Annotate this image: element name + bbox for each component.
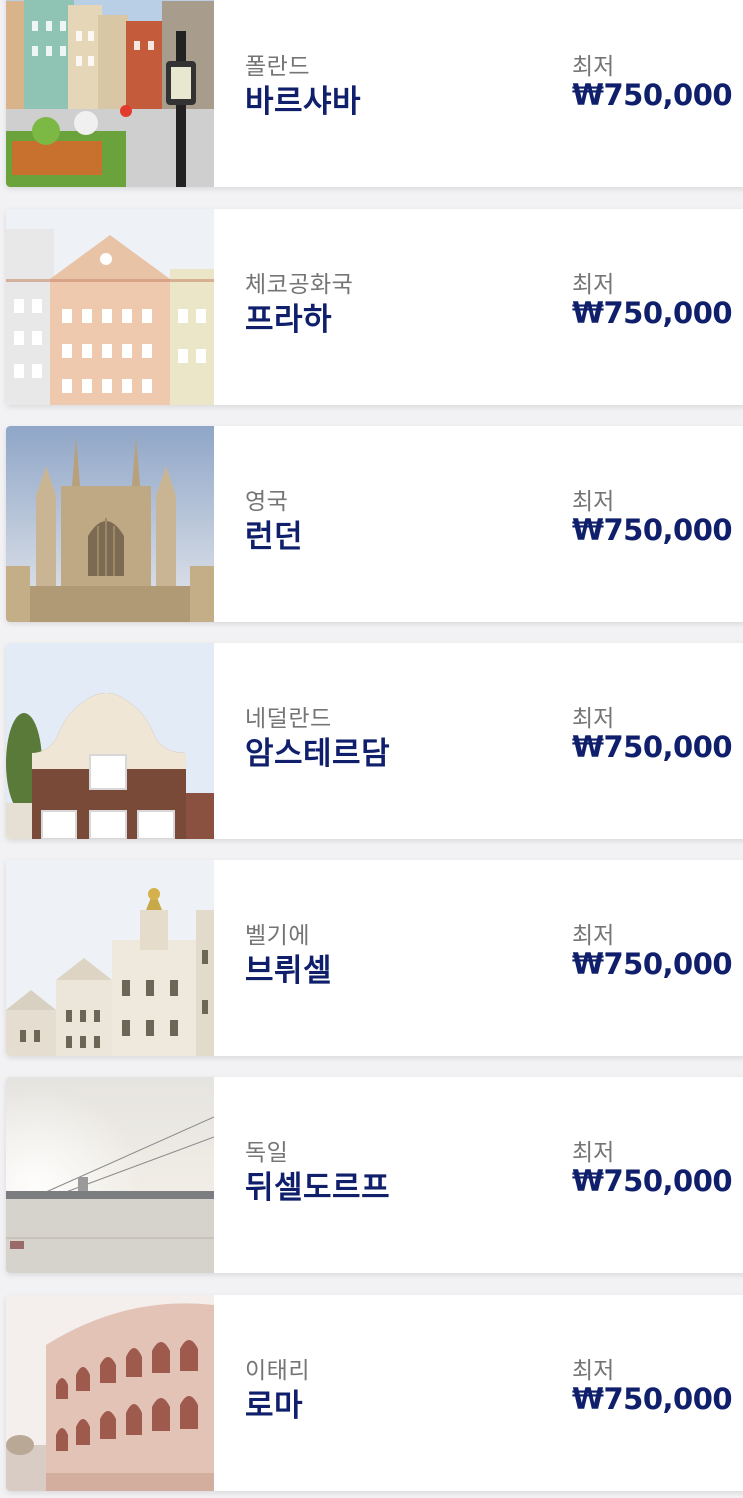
lowest-price-label: 최저	[572, 272, 615, 298]
prague-photo	[6, 209, 214, 405]
lowest-price-label: 최저	[572, 706, 615, 732]
city-name: 뒤셀도르프	[245, 1170, 391, 1206]
price: ₩750,000	[572, 513, 733, 547]
destination-card-rome[interactable]: 이태리 로마 최저 ₩750,000	[6, 1295, 743, 1491]
london-photo	[6, 426, 214, 622]
city-name: 바르샤바	[245, 84, 362, 120]
destination-card-dusseldorf[interactable]: 독일 뒤셀도르프 최저 ₩750,000	[6, 1077, 743, 1273]
city-name: 프라하	[245, 302, 333, 338]
price: ₩750,000	[572, 78, 733, 112]
lowest-price-label: 최저	[572, 54, 615, 80]
destination-card-amsterdam[interactable]: 네덜란드 암스테르담 최저 ₩750,000	[6, 643, 743, 839]
warsaw-photo	[6, 0, 214, 187]
price: ₩750,000	[572, 1164, 733, 1198]
lowest-price-label: 최저	[572, 923, 615, 949]
destination-card-prague[interactable]: 체코공화국 프라하 최저 ₩750,000	[6, 209, 743, 405]
brussels-photo	[6, 860, 214, 1056]
lowest-price-label: 최저	[572, 1358, 615, 1384]
price: ₩750,000	[572, 947, 733, 981]
dusseldorf-photo	[6, 1077, 214, 1273]
lowest-price-label: 최저	[572, 489, 615, 515]
price: ₩750,000	[572, 730, 733, 764]
destination-list: 폴란드 바르샤바 최저 ₩750,000 체코공화국 프라하 최저 ₩750,0…	[0, 0, 743, 1498]
city-name: 런던	[245, 519, 304, 555]
city-name: 암스테르담	[245, 736, 391, 772]
destination-card-london[interactable]: 영국 런던 최저 ₩750,000	[6, 426, 743, 622]
destination-card-brussels[interactable]: 벨기에 브뤼셀 최저 ₩750,000	[6, 860, 743, 1056]
city-name: 브뤼셀	[245, 953, 333, 989]
price: ₩750,000	[572, 296, 733, 330]
rome-photo	[6, 1295, 214, 1491]
amsterdam-photo	[6, 643, 214, 839]
price: ₩750,000	[572, 1382, 733, 1416]
city-name: 로마	[245, 1388, 304, 1424]
destination-card-warsaw[interactable]: 폴란드 바르샤바 최저 ₩750,000	[6, 0, 743, 187]
lowest-price-label: 최저	[572, 1140, 615, 1166]
